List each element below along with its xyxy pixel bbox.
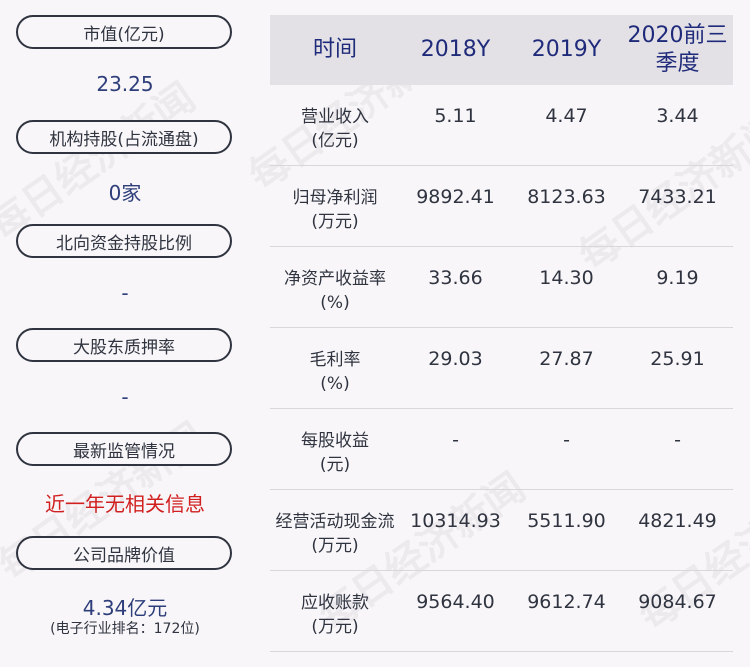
row-label: 净资产收益率 (%) (284, 269, 386, 313)
table-header: 时间 2018Y 2019Y 2020前三季度 (270, 15, 733, 85)
regulation-value: 近一年无相关信息 (45, 492, 205, 516)
table-row: 经营活动现金流 (万元) 10314.93 5511.90 4821.49 (270, 490, 733, 571)
table-row: 营业收入 (亿元) 5.11 4.47 3.44 (270, 85, 733, 166)
row-value: - (452, 429, 459, 451)
row-value: 29.03 (428, 348, 483, 370)
row-value: 4821.49 (638, 510, 717, 532)
pledge-rate-label: 大股东质押率 (16, 328, 232, 362)
table-row: 应收账款 (万元) 9564.40 9612.74 9084.67 (270, 571, 733, 652)
row-value: 25.91 (650, 348, 705, 370)
row-value: 10314.93 (410, 510, 501, 532)
row-value: 4.47 (545, 105, 588, 127)
market-cap-value: 23.25 (96, 72, 154, 96)
row-label: 营业收入 (亿元) (301, 107, 369, 151)
row-value: 33.66 (428, 267, 483, 289)
row-label: 毛利率 (%) (309, 350, 361, 394)
brand-value-label: 公司品牌价值 (16, 536, 232, 570)
market-cap-label: 市值(亿元) (16, 15, 232, 49)
row-value: 9084.67 (638, 591, 717, 613)
row-value: 9892.41 (416, 186, 495, 208)
header-time: 时间 (312, 37, 357, 62)
northbound-ratio-label: 北向资金持股比例 (16, 224, 232, 258)
table-row: 净资产收益率 (%) 33.66 14.30 9.19 (270, 247, 733, 328)
pledge-rate-value: - (121, 385, 129, 409)
row-value: 9612.74 (527, 591, 606, 613)
table-row: 毛利率 (%) 29.03 27.87 25.91 (270, 328, 733, 409)
institutional-holding-value: 0家 (108, 181, 142, 205)
row-value: 7433.21 (638, 186, 717, 208)
header-2020: 2020前三季度 (627, 23, 728, 76)
row-value: 5511.90 (527, 510, 606, 532)
row-value: - (674, 429, 681, 451)
row-label: 归母净利润 (万元) (292, 188, 378, 232)
row-value: 3.44 (656, 105, 699, 127)
row-label: 经营活动现金流 (万元) (275, 512, 395, 556)
brand-value-value: 4.34亿元 (82, 596, 168, 620)
brand-rank-note: (电子行业排名：172位) (50, 621, 200, 637)
row-value: 5.11 (434, 105, 477, 127)
regulation-label: 最新监管情况 (16, 432, 232, 466)
northbound-ratio-value: - (121, 281, 129, 305)
row-value: 9564.40 (416, 591, 495, 613)
table-row: 归母净利润 (万元) 9892.41 8123.63 7433.21 (270, 166, 733, 247)
row-label: 应收账款 (万元) (301, 593, 369, 637)
row-value: 8123.63 (527, 186, 606, 208)
row-label: 每股收益 (元) (301, 431, 369, 475)
row-value: - (563, 429, 570, 451)
table-row: 每股收益 (元) - - - (270, 409, 733, 490)
header-2018: 2018Y (420, 37, 491, 62)
row-value: 14.30 (539, 267, 594, 289)
left-panel: 市值(亿元) 23.25 机构持股(占流通盘) 0家 北向资金持股比例 - 大股… (0, 0, 250, 667)
row-value: 27.87 (539, 348, 594, 370)
institutional-holding-label: 机构持股(占流通盘) (16, 120, 232, 154)
header-2019: 2019Y (531, 37, 602, 62)
financial-table: 时间 2018Y 2019Y 2020前三季度 营业收入 (亿元) 5.11 4.4… (270, 15, 733, 652)
row-value: 9.19 (656, 267, 699, 289)
